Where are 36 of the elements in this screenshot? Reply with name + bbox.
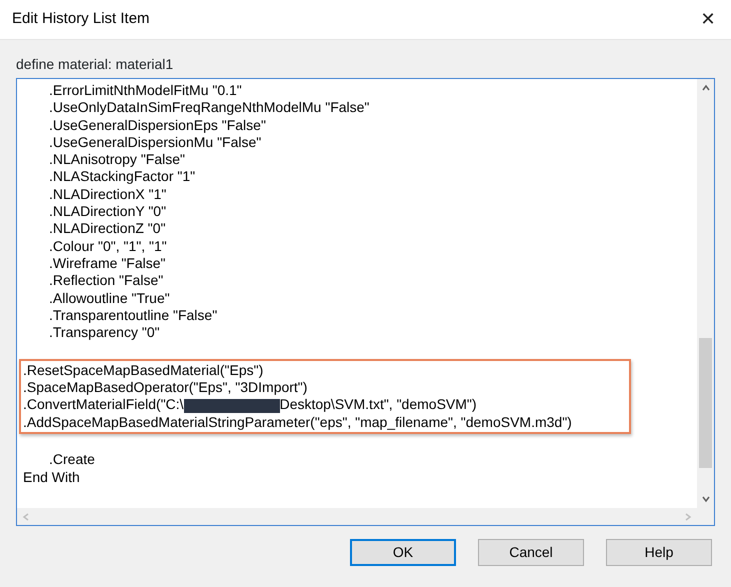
scroll-down-icon[interactable] — [700, 494, 710, 504]
code-line: End With — [23, 468, 81, 486]
dialog-button[interactable]: OK — [350, 539, 456, 566]
code-line: .NLADirectionX "1" — [48, 186, 168, 204]
scroll-up-icon[interactable] — [700, 83, 710, 93]
window-title: Edit History List Item — [12, 9, 150, 30]
code-line: .ErrorLimitNthModelFitMu "0.1" — [48, 82, 243, 100]
code-line: .SpaceMapBasedOperator("Eps", "3DImport") — [23, 379, 308, 396]
close-button[interactable]: ✕ — [685, 0, 731, 40]
code-line: .NLADirectionY "0" — [48, 203, 168, 220]
dialog-button[interactable]: Cancel — [478, 539, 584, 566]
code-line: .NLAStackingFactor "1" — [48, 168, 196, 186]
scroll-left-icon[interactable] — [21, 512, 31, 522]
code-line: .NLADirectionZ "0" — [48, 220, 167, 238]
code-line: .Create — [48, 451, 96, 469]
code-line: .Colour "0", "1", "1" — [48, 238, 168, 255]
code-line: .Wireframe "False" — [48, 254, 167, 272]
code-line: .UseOnlyDataInSimFreqRangeNthModelMu "False" — [48, 99, 370, 117]
code-line: .Transparentoutline "False" — [48, 306, 218, 324]
scroll-right-icon[interactable] — [683, 512, 693, 522]
code-line: .Allowoutline "True" — [48, 290, 171, 307]
code-line: .UseGeneralDispersionMu "False" — [48, 134, 262, 152]
code-line: .AddSpaceMapBasedMaterialStringParameter("eps", "map_filename", "demoSVM.m3d") — [23, 414, 573, 431]
material-label: define material: material1 — [16, 55, 174, 74]
code-line: .UseGeneralDispersionEps "False" — [48, 116, 267, 134]
scrollbar-thumb[interactable] — [699, 338, 712, 468]
code-line: .ResetSpaceMapBasedMaterial("Eps") — [23, 362, 264, 380]
code-text: .ConvertMaterialField("C:\ — [23, 396, 184, 412]
code-editor[interactable] — [16, 78, 715, 526]
code-line: .Transparency "0" — [48, 324, 161, 342]
horizontal-scrollbar[interactable] — [17, 508, 697, 525]
dialog-button[interactable]: Help — [606, 539, 712, 566]
vertical-scrollbar[interactable] — [697, 79, 714, 508]
code-text: Desktop\SVM.txt", "demoSVM") — [280, 396, 477, 412]
code-line: .Reflection "False" — [48, 272, 164, 290]
code-line: .NLAnisotropy "False" — [48, 151, 186, 168]
